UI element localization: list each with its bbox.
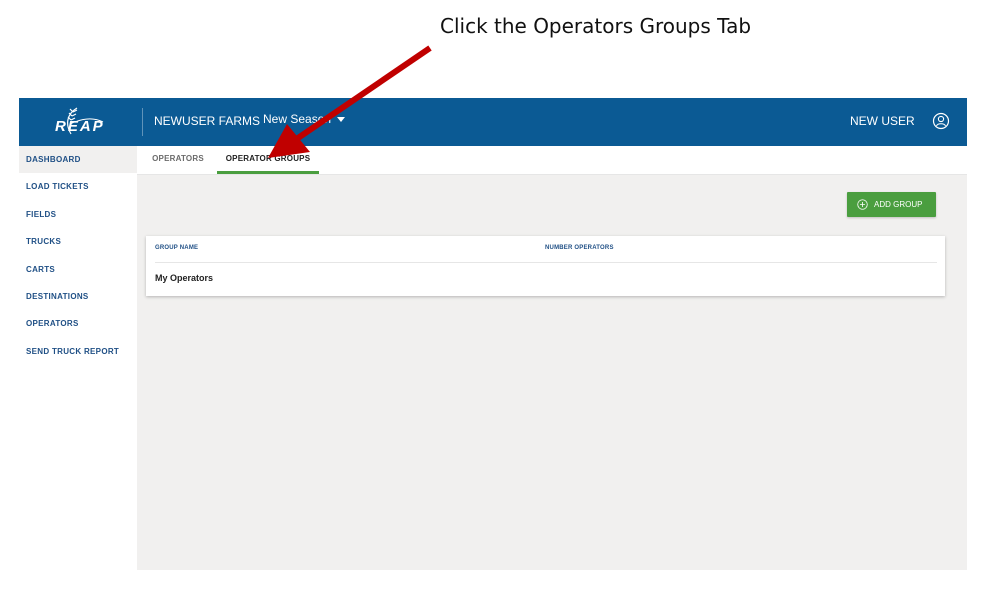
main-content: OPERATORS OPERATOR GROUPS ADD GROUP GROU… bbox=[137, 146, 967, 570]
sidebar-item-operators[interactable]: OPERATORS bbox=[19, 310, 137, 337]
logo-text: REAP bbox=[55, 118, 105, 135]
sidebar-item-destinations[interactable]: DESTINATIONS bbox=[19, 283, 137, 310]
column-header-group-name: GROUP NAME bbox=[155, 245, 199, 251]
tab-operators[interactable]: OPERATORS bbox=[143, 146, 213, 174]
farm-name[interactable]: NEWUSER FARMS bbox=[154, 114, 260, 128]
table-divider bbox=[155, 262, 937, 263]
table-row[interactable]: My Operators bbox=[155, 273, 213, 283]
add-group-label: ADD GROUP bbox=[874, 200, 923, 209]
sidebar-item-dashboard[interactable]: DASHBOARD bbox=[19, 146, 137, 174]
user-name[interactable]: NEW USER bbox=[850, 114, 915, 128]
sidebar-item-fields[interactable]: FIELDS bbox=[19, 201, 137, 228]
column-header-number-operators: NUMBER OPERATORS bbox=[545, 245, 614, 251]
header-divider bbox=[142, 108, 143, 136]
sidebar-item-carts[interactable]: CARTS bbox=[19, 256, 137, 283]
sidebar: DASHBOARD LOAD TICKETS FIELDS TRUCKS CAR… bbox=[19, 146, 137, 570]
sidebar-item-trucks[interactable]: TRUCKS bbox=[19, 228, 137, 255]
top-bar: REAP NEWUSER FARMS New Season NEW USER bbox=[19, 98, 967, 146]
plus-circle-icon bbox=[857, 199, 868, 210]
sidebar-item-load-tickets[interactable]: LOAD TICKETS bbox=[19, 173, 137, 200]
season-label: New Season bbox=[263, 112, 332, 126]
groups-table: GROUP NAME NUMBER OPERATORS My Operators bbox=[146, 236, 945, 296]
app-window: REAP NEWUSER FARMS New Season NEW USER D… bbox=[19, 98, 967, 570]
sidebar-item-send-truck-report[interactable]: SEND TRUCK REPORT bbox=[19, 338, 137, 365]
add-group-button[interactable]: ADD GROUP bbox=[847, 192, 936, 217]
season-dropdown[interactable]: New Season bbox=[263, 112, 346, 126]
chevron-down-icon bbox=[337, 116, 346, 122]
tab-bar: OPERATORS OPERATOR GROUPS bbox=[137, 146, 967, 175]
user-account-icon[interactable] bbox=[932, 112, 950, 130]
tab-operator-groups[interactable]: OPERATOR GROUPS bbox=[217, 146, 319, 174]
instruction-callout: Click the Operators Groups Tab bbox=[440, 14, 752, 38]
